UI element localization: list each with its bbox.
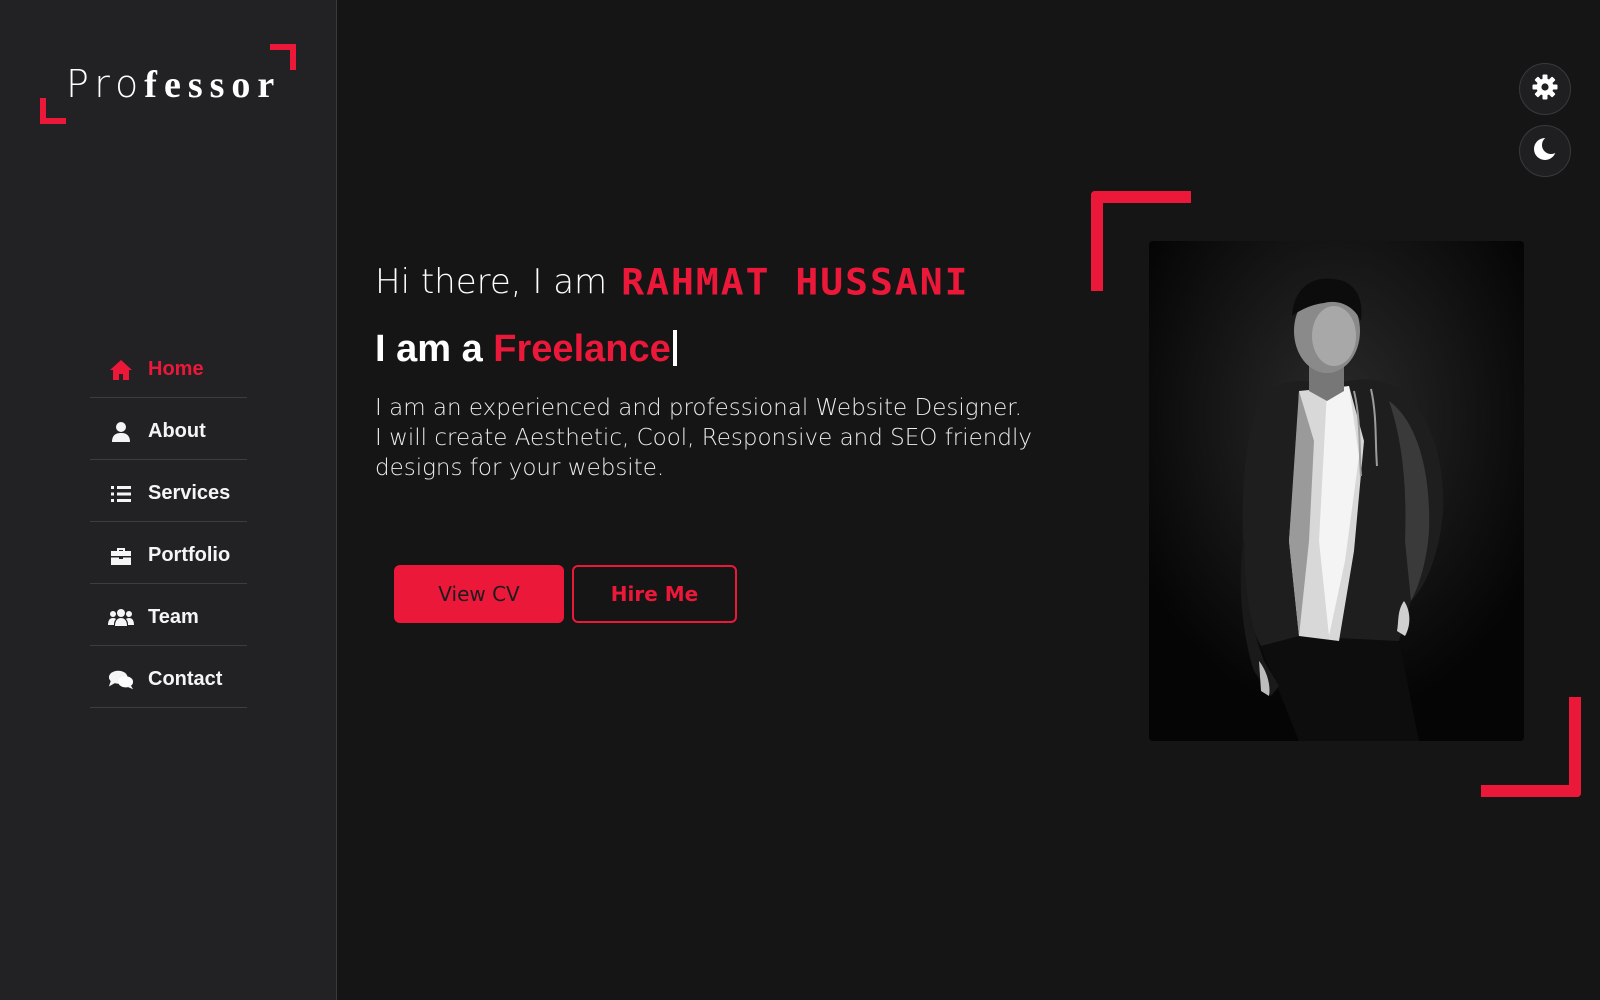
gear-icon: [1531, 73, 1559, 105]
nav-item-portfolio[interactable]: Portfolio: [90, 522, 247, 584]
frame-corner-bottom-right: [1481, 697, 1581, 797]
list-icon: [108, 483, 134, 505]
home-icon: [108, 359, 134, 381]
role-text: Freelance: [493, 328, 671, 370]
nav-item-label: Portfolio: [148, 544, 231, 566]
comments-icon: [108, 669, 134, 691]
hero-role: I am a Freelance: [375, 328, 1055, 371]
settings-button[interactable]: [1519, 63, 1571, 115]
moon-icon: [1532, 136, 1560, 166]
nav-item-label: About: [148, 420, 206, 442]
hero-greeting: Hi there, I am RAHMAT HUSSANI: [375, 260, 1055, 304]
profile-photo: [1149, 241, 1524, 741]
sidebar: Professor Home About Services Portfolio …: [0, 0, 337, 1000]
sidebar-nav: Home About Services Portfolio Team Conta…: [90, 336, 247, 708]
app-root: Professor Home About Services Portfolio …: [0, 0, 1600, 1000]
logo-text-light: Pro: [66, 62, 145, 106]
users-icon: [108, 607, 134, 629]
nav-item-label: Home: [148, 358, 204, 380]
nav-item-contact[interactable]: Contact: [90, 646, 247, 708]
view-cv-button[interactable]: View CV: [394, 565, 564, 623]
briefcase-icon: [108, 545, 134, 567]
nav-item-home[interactable]: Home: [90, 336, 247, 398]
hero-description: I am an experienced and professional Web…: [375, 395, 1032, 481]
logo-bracket-bottom-left: [40, 98, 66, 124]
typing-cursor: [672, 330, 677, 366]
hero-name: RAHMAT HUSSANI: [621, 261, 970, 303]
theme-toggle-button[interactable]: [1519, 125, 1571, 177]
logo-text: Professor: [66, 62, 281, 107]
profile-photo-illustration: [1149, 241, 1524, 741]
nav-item-services[interactable]: Services: [90, 460, 247, 522]
nav-item-label: Services: [148, 482, 231, 504]
hero-intro: Hi there, I am RAHMAT HUSSANI I am a Fre…: [375, 260, 1055, 483]
logo[interactable]: Professor: [40, 44, 296, 124]
hero-buttons: View CV Hire Me: [394, 565, 737, 623]
nav-item-label: Team: [148, 606, 199, 628]
nav-item-team[interactable]: Team: [90, 584, 247, 646]
role-prefix: I am a: [375, 328, 483, 370]
nav-item-about[interactable]: About: [90, 398, 247, 460]
greeting-text: Hi there, I am: [375, 262, 608, 302]
hire-me-button[interactable]: Hire Me: [572, 565, 737, 623]
nav-item-label: Contact: [148, 668, 223, 690]
user-icon: [108, 421, 134, 443]
logo-text-bold: fessor: [144, 64, 282, 106]
